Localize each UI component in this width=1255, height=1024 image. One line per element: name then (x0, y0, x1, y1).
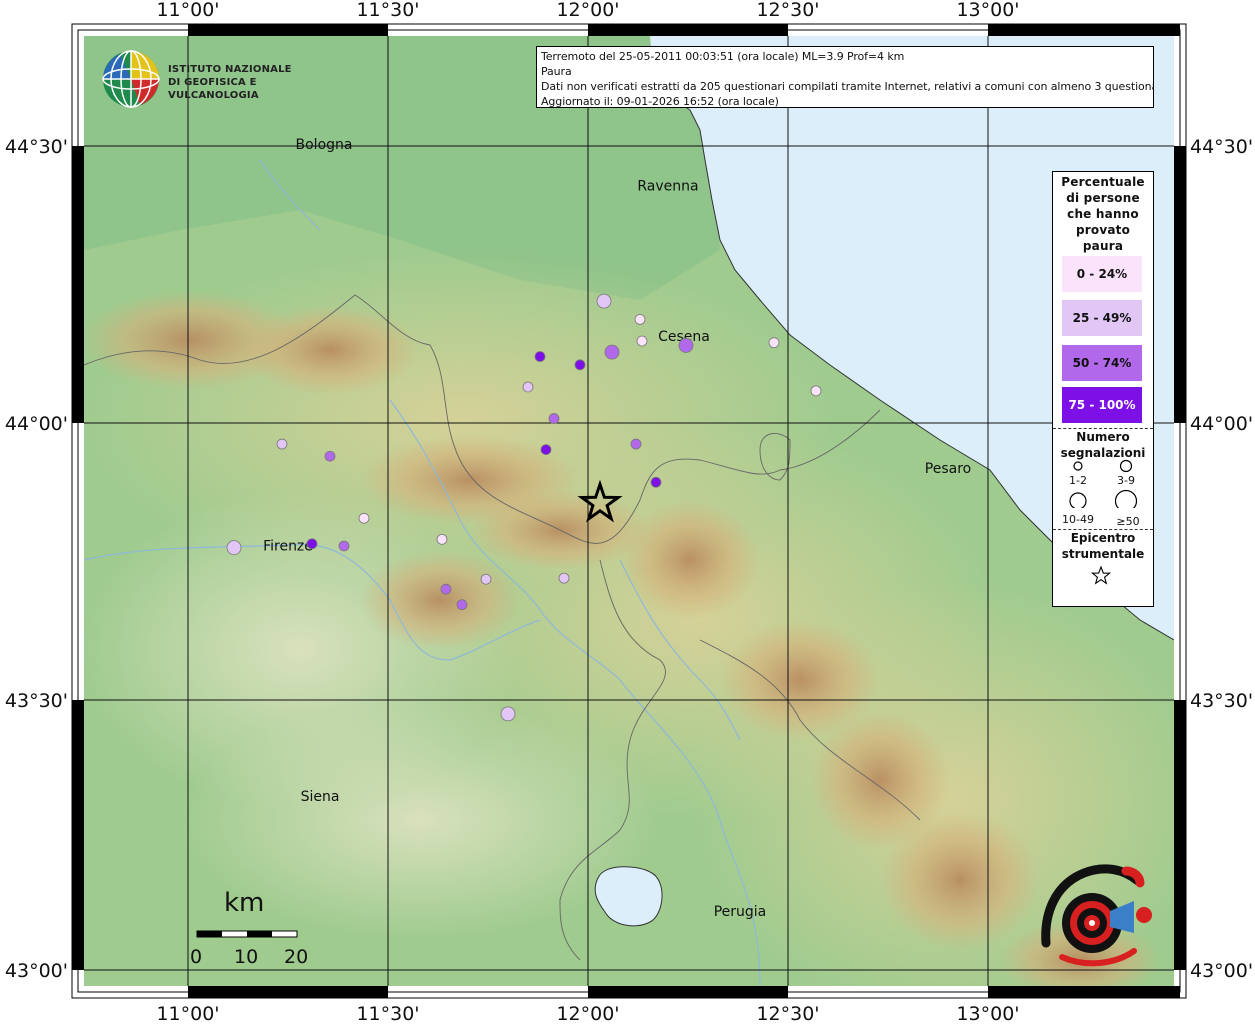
lon-label: 11°30' (356, 1003, 419, 1024)
globe-icon (102, 50, 160, 108)
intensity-point (630, 438, 642, 450)
legend-title-line: paura (1082, 239, 1124, 253)
lat-label: 43°00' (1190, 960, 1253, 982)
lon-label: 13°00' (956, 0, 1019, 21)
count-label: 10-49 (1062, 513, 1094, 526)
earthquake-info-box: Terremoto del 25-05-2011 00:03:51 (ora l… (536, 46, 1154, 108)
lat-label: 44°30' (1190, 136, 1253, 158)
lon-label: 11°00' (156, 1003, 219, 1024)
intensity-point (596, 293, 612, 309)
intensity-point (548, 413, 560, 424)
intensity-point (358, 512, 370, 524)
lon-label: 12°30' (756, 1003, 819, 1024)
count-symbol-1-2 (1073, 461, 1083, 471)
epicenter-title-line: Epicentro (1070, 531, 1136, 545)
intensity-point (534, 351, 546, 362)
epicenter-title: Epicentro strumentale (1053, 530, 1153, 562)
intensity-point (480, 573, 492, 585)
intensity-point (306, 538, 318, 550)
count-title: Numero segnalazioni (1053, 429, 1153, 461)
count-symbol-10-49 (1069, 492, 1087, 508)
lat-labels-right: 44°30' 44°00' 43°30' 43°00' (1190, 136, 1253, 982)
lat-label: 44°30' (5, 136, 68, 158)
legend-title: Percentuale di persone che hanno provato… (1053, 172, 1153, 254)
legend-class-75-100: 75 - 100% (1062, 387, 1142, 423)
count-title-line: Numero (1076, 430, 1130, 444)
intensity-point (558, 572, 570, 584)
epicenter-title-line: strumentale (1061, 547, 1145, 561)
count-symbol-3-9 (1119, 459, 1133, 473)
lat-label: 43°30' (5, 690, 68, 712)
scale-tick: 20 (284, 946, 309, 968)
intensity-point (574, 359, 586, 371)
intensity-point (636, 335, 648, 347)
intensity-point (810, 385, 822, 397)
intensity-point (650, 476, 662, 488)
lat-labels-left: 44°30' 44°00' 43°30' 43°00' (5, 136, 68, 982)
intensity-point (500, 706, 516, 722)
scale-tick: 0 (190, 946, 203, 968)
ingv-logo: ISTITUTO NAZIONALE DI GEOFISICA E VULCAN… (100, 48, 320, 110)
legend-class-0-24: 0 - 24% (1062, 256, 1142, 292)
lat-label: 43°30' (1190, 690, 1253, 712)
logo-line: DI GEOFISICA E VULCANOLOGIA (168, 77, 259, 101)
lon-label: 12°00' (556, 0, 619, 21)
lon-label: 12°00' (556, 1003, 619, 1024)
legend-title-line: che hanno (1067, 207, 1139, 221)
map-parameter: Paura (541, 65, 572, 78)
count-label: 1-2 (1069, 474, 1087, 487)
lon-labels-bottom: 11°00' 11°30' 12°00' 12°30' 13°00' (156, 1003, 1019, 1024)
lat-label: 44°00' (1190, 413, 1253, 435)
lon-labels-top: 11°00' 11°30' 12°00' 12°30' 13°00' (156, 0, 1019, 21)
haisentito-logo (1034, 855, 1164, 975)
intensity-point (456, 599, 468, 611)
legend-title-line: di persone (1066, 191, 1140, 205)
intensity-point (768, 337, 780, 349)
lon-label: 11°00' (156, 0, 219, 21)
scale-tick: 10 (234, 946, 259, 968)
event-description: Terremoto del 25-05-2011 00:03:51 (ora l… (541, 50, 905, 63)
intensity-point (226, 540, 242, 556)
city-label-perugia: Perugia (714, 904, 767, 920)
lon-label: 13°00' (956, 1003, 1019, 1024)
intensity-point (634, 314, 646, 325)
count-label: ≥50 (1116, 515, 1140, 528)
update-timestamp: Aggiornato il: 09-01-2026 16:52 (ora loc… (541, 95, 779, 108)
city-label-firenze: Firenze (263, 538, 313, 554)
intensity-point (604, 344, 620, 360)
intensity-point (522, 381, 534, 393)
intensity-point (338, 540, 350, 552)
city-label-pesaro: Pesaro (925, 461, 971, 477)
scale-unit: km (224, 888, 265, 918)
lat-label: 43°00' (5, 960, 68, 982)
data-note: Dati non verificati estratti da 205 ques… (541, 80, 1154, 93)
intensity-point (540, 444, 552, 455)
city-label-ravenna: Ravenna (637, 178, 698, 194)
legend-class-25-49: 25 - 49% (1062, 300, 1142, 336)
count-label: 3-9 (1117, 474, 1135, 487)
lon-label: 11°30' (356, 0, 419, 21)
legend-title-line: Percentuale (1061, 175, 1145, 189)
target-icon (1041, 864, 1152, 967)
scale-bar (196, 930, 298, 938)
lon-label: 12°30' (756, 0, 819, 21)
city-label-siena: Siena (301, 789, 340, 805)
legend: Percentuale di persone che hanno provato… (1052, 171, 1154, 607)
count-symbol-50-plus (1114, 489, 1138, 508)
intensity-point (276, 438, 288, 450)
intensity-point (678, 338, 694, 353)
lat-label: 44°00' (5, 413, 68, 435)
intensity-point (324, 450, 336, 462)
city-label-bologna: Bologna (296, 137, 353, 153)
intensity-point (436, 533, 448, 545)
legend-title-line: provato (1075, 223, 1131, 237)
intensity-point (440, 583, 452, 595)
legend-class-50-74: 50 - 74% (1062, 345, 1142, 381)
logo-line: ISTITUTO NAZIONALE (168, 64, 292, 75)
ingv-logo-text: ISTITUTO NAZIONALE DI GEOFISICA E VULCAN… (168, 63, 320, 102)
star-icon (1090, 565, 1112, 585)
